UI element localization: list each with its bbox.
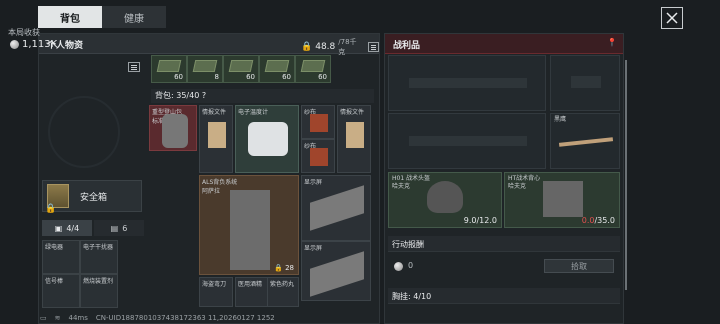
reward-header: 行动报酬: [388, 236, 620, 252]
coin-icon: [10, 40, 19, 49]
slot-secondary-weapon[interactable]: [388, 113, 546, 169]
chest-tab-bag[interactable]: ▣ 4/4: [42, 220, 92, 236]
income-list-icon[interactable]: [128, 62, 140, 72]
status-bar: ▭ ≋ 44ms CN-UID1887801037438172363 11,20…: [40, 314, 275, 322]
grid-item-bottom2[interactable]: 医用酒精: [235, 277, 269, 307]
coin-icon: [394, 262, 403, 271]
slot-primary-weapon[interactable]: [388, 55, 546, 111]
pickup-button[interactable]: 拾取: [544, 259, 614, 273]
chest-rig-header: 胸挂: 4/10: [388, 288, 620, 304]
slot-sidearm[interactable]: [550, 55, 620, 111]
weight-readout: 🔒 48.8 /78千克: [301, 37, 379, 57]
tab-health[interactable]: 健康: [102, 6, 166, 28]
loot-header: 战利品 📍: [385, 34, 623, 54]
location-pin-icon[interactable]: 📍: [607, 38, 617, 47]
pouch-item-2[interactable]: 电子干扰器: [80, 240, 118, 274]
grid-item-screen1[interactable]: 显示屏: [301, 175, 371, 241]
grid-item-bottom3[interactable]: 紫色药丸: [267, 277, 299, 307]
pouch-icon: ▤: [110, 223, 119, 233]
safe-label: 安全箱: [80, 193, 108, 203]
ping-value: 44ms: [68, 314, 88, 322]
weight-max: /78千克: [338, 38, 357, 56]
slot-melee[interactable]: 黑鹰: [550, 113, 620, 169]
pouch-item-1[interactable]: 绿电器: [42, 240, 80, 274]
income-amount: 1,113K: [22, 39, 58, 50]
stack-item-3[interactable]: 60: [223, 55, 259, 83]
pouch-item-4[interactable]: 燃烧装置剂: [80, 274, 118, 308]
pouch-item-3[interactable]: 信号棒: [42, 274, 80, 308]
slot-vest[interactable]: HT战术背心 哈夫克 0.0/35.0: [504, 172, 620, 228]
scrollbar[interactable]: [625, 60, 627, 290]
weight-value: 48.8: [315, 42, 336, 52]
grid-item-doc2[interactable]: 情报文件: [337, 105, 371, 173]
uid-text: CN-UID1887801037438172363 11,20260127 12…: [95, 314, 275, 322]
stack-item-2[interactable]: 8: [187, 55, 223, 83]
stack-item-5[interactable]: 60: [295, 55, 331, 83]
close-button[interactable]: [661, 7, 683, 29]
wifi-icon: ≋: [54, 314, 61, 322]
grid-item-device[interactable]: 电子温度计: [235, 105, 299, 173]
grid-item-bottom1[interactable]: 海盗弯刀: [199, 277, 233, 307]
stack-item-1[interactable]: 60: [151, 55, 187, 83]
loot-title: 战利品: [393, 41, 421, 51]
weight-icon: 🔒: [301, 42, 313, 52]
grid-item-doc1[interactable]: 情报文件: [199, 105, 233, 173]
list-icon[interactable]: [367, 42, 379, 52]
grid-item-screen2[interactable]: 显示屏: [301, 241, 371, 301]
panel-header: 个人物资 🔒 48.8 /78千克: [39, 34, 379, 57]
tab-backpack[interactable]: 背包: [38, 6, 102, 28]
tab-bar: 背包 健康: [38, 6, 166, 28]
stack-item-4[interactable]: 60: [259, 55, 295, 83]
income-value: 1,113K: [10, 39, 57, 50]
income-label: 本局收获: [8, 28, 40, 37]
grid-item-med1[interactable]: 纱布: [301, 105, 335, 139]
close-icon: [666, 12, 678, 24]
grid-item-armor[interactable]: ALS背负系统 阿萨拉 🔒 28: [199, 175, 299, 275]
emblem-icon: [48, 96, 120, 168]
grid-item-backpack[interactable]: 重型登山包 标准: [149, 105, 197, 151]
help-icon[interactable]: ?: [202, 91, 206, 100]
battery-icon: ▭: [40, 314, 47, 322]
backpack-capacity: 背包: 35/40 ?: [155, 91, 207, 100]
briefcase-icon: ▣: [54, 223, 63, 233]
reward-row: 0 拾取: [388, 256, 620, 276]
lock-icon: 🔒: [45, 204, 57, 214]
slot-helmet[interactable]: H01 战术头盔 哈夫克 9.0/12.0: [388, 172, 502, 228]
chest-tab-pouch[interactable]: ▤ 6: [94, 220, 144, 236]
grid-item-med2[interactable]: 纱布: [301, 139, 335, 173]
